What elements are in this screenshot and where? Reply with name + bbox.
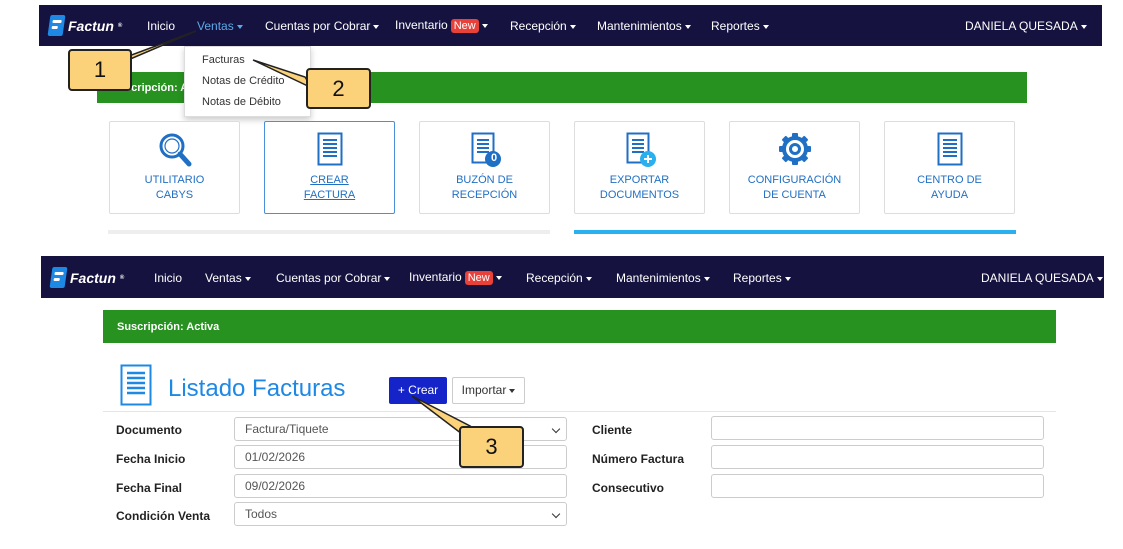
nav-cuentas-por-cobrar[interactable]: Cuentas por Cobrar — [265, 19, 380, 33]
nav-mantenimientos[interactable]: Mantenimientos — [616, 271, 710, 285]
new-badge: New — [450, 19, 479, 33]
nav-inicio[interactable]: Inicio — [154, 271, 182, 285]
bottom-navbar: Factun ® Inicio Ventas Cuentas por Cobrar… — [41, 256, 1104, 298]
caret-down-icon — [244, 276, 251, 281]
condicion-venta-label: Condición Venta — [116, 509, 211, 523]
caret-down-icon — [784, 276, 791, 281]
nav-ventas[interactable]: Ventas — [205, 271, 251, 285]
fecha-final-field[interactable]: 09/02/2026 — [234, 474, 567, 498]
callout-step-2: 2 — [306, 68, 371, 109]
brand-logo[interactable]: Factun ® — [47, 15, 122, 36]
consecutivo-field[interactable] — [711, 474, 1044, 498]
divider — [103, 411, 1056, 412]
caret-down-icon — [1080, 24, 1087, 29]
panel-divider — [108, 230, 550, 234]
cliente-field[interactable] — [711, 416, 1044, 440]
caret-down-icon — [569, 24, 576, 29]
card-configuracion-cuenta[interactable]: CONFIGURACIÓN DE CUENTA — [729, 121, 860, 214]
consecutivo-label: Consecutivo — [592, 481, 665, 495]
invoice-list-icon — [120, 364, 152, 406]
nav-mantenimientos[interactable]: Mantenimientos — [597, 19, 691, 33]
nav-ventas[interactable]: Ventas — [197, 19, 243, 33]
chevron-down-icon — [551, 424, 561, 434]
nav-recepcion[interactable]: Recepción — [526, 271, 592, 285]
new-badge: New — [464, 271, 493, 285]
nav-reportes[interactable]: Reportes — [733, 271, 791, 285]
card-crear-factura[interactable]: CREAR FACTURA — [264, 121, 395, 214]
callout-step-3: 3 — [459, 426, 524, 468]
documento-label: Documento — [116, 423, 182, 437]
subscription-bar: Suscripción: Activa — [103, 310, 1056, 343]
condicion-venta-select[interactable]: Todos — [234, 502, 567, 526]
gear-icon — [778, 133, 811, 165]
numero-factura-label: Número Factura — [592, 452, 685, 466]
caret-down-icon — [509, 388, 516, 393]
caret-down-icon — [762, 24, 769, 29]
user-menu[interactable]: DANIELA QUESADA — [965, 19, 1087, 33]
fecha-inicio-label: Fecha Inicio — [116, 452, 186, 466]
help-document-icon — [937, 132, 962, 166]
create-invoice-button[interactable]: + Crear — [389, 377, 447, 404]
card-buzon-recepcion[interactable]: 0 BUZÓN DE RECEPCIÓN — [419, 121, 550, 214]
factun-logo-icon — [49, 267, 68, 288]
factun-logo-icon — [47, 15, 66, 36]
import-dropdown-button[interactable]: Importar — [452, 377, 525, 404]
nav-reportes[interactable]: Reportes — [711, 19, 769, 33]
card-utilitario-cabys[interactable]: UTILITARIO CABYS — [109, 121, 240, 214]
caret-down-icon — [585, 276, 592, 281]
search-icon — [159, 133, 191, 167]
ventas-dropdown-menu: Facturas Notas de Crédito Notas de Débit… — [184, 46, 311, 117]
cliente-label: Cliente — [592, 423, 633, 437]
caret-down-icon — [1096, 276, 1103, 281]
brand-logo[interactable]: Factun ® — [49, 267, 124, 288]
numero-factura-field[interactable] — [711, 445, 1044, 469]
nav-recepcion[interactable]: Recepción — [510, 19, 576, 33]
caret-down-icon — [384, 276, 391, 281]
chevron-down-icon — [551, 509, 561, 519]
callout-step-1: 1 — [68, 49, 132, 91]
menu-item-notas-debito[interactable]: Notas de Débito — [202, 96, 281, 108]
caret-down-icon — [481, 23, 488, 28]
nav-cuentas-por-cobrar[interactable]: Cuentas por Cobrar — [276, 271, 391, 285]
menu-item-facturas[interactable]: Facturas — [202, 54, 245, 66]
document-icon — [317, 132, 342, 166]
export-document-icon — [626, 132, 656, 167]
user-menu[interactable]: DANIELA QUESADA — [981, 271, 1103, 285]
caret-down-icon — [236, 24, 243, 29]
caret-down-icon — [495, 275, 502, 280]
nav-inventario[interactable]: Inventario New — [395, 18, 488, 33]
caret-down-icon — [703, 276, 710, 281]
inbox-count-badge: 0 — [491, 152, 498, 164]
panel-divider-accent — [574, 230, 1016, 234]
menu-item-notas-credito[interactable]: Notas de Crédito — [202, 75, 285, 87]
fecha-final-label: Fecha Final — [116, 481, 183, 495]
nav-inicio[interactable]: Inicio — [147, 19, 175, 33]
page-title: Listado Facturas — [168, 375, 346, 402]
caret-down-icon — [373, 24, 380, 29]
nav-inventario[interactable]: Inventario New — [409, 270, 502, 285]
card-exportar-documentos[interactable]: EXPORTAR DOCUMENTOS — [574, 121, 705, 214]
top-navbar: Factun ® Inicio Ventas Cuentas por Cobrar… — [39, 5, 1102, 46]
caret-down-icon — [684, 24, 691, 29]
card-centro-ayuda[interactable]: CENTRO DE AYUDA — [884, 121, 1015, 214]
